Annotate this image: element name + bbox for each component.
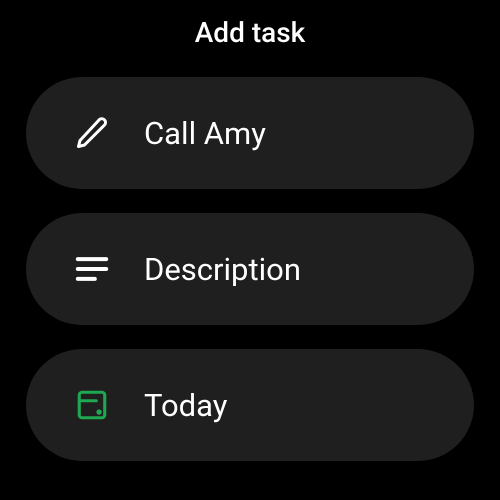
calendar-icon	[72, 385, 112, 425]
pencil-icon	[72, 113, 112, 153]
page-title: Add task	[195, 16, 306, 49]
date-row[interactable]: Today	[26, 349, 474, 461]
description-row[interactable]: Description	[26, 213, 474, 325]
task-name-label: Call Amy	[144, 115, 266, 152]
lines-icon	[72, 249, 112, 289]
task-name-row[interactable]: Call Amy	[26, 77, 474, 189]
date-label: Today	[144, 387, 227, 424]
description-label: Description	[144, 251, 301, 288]
